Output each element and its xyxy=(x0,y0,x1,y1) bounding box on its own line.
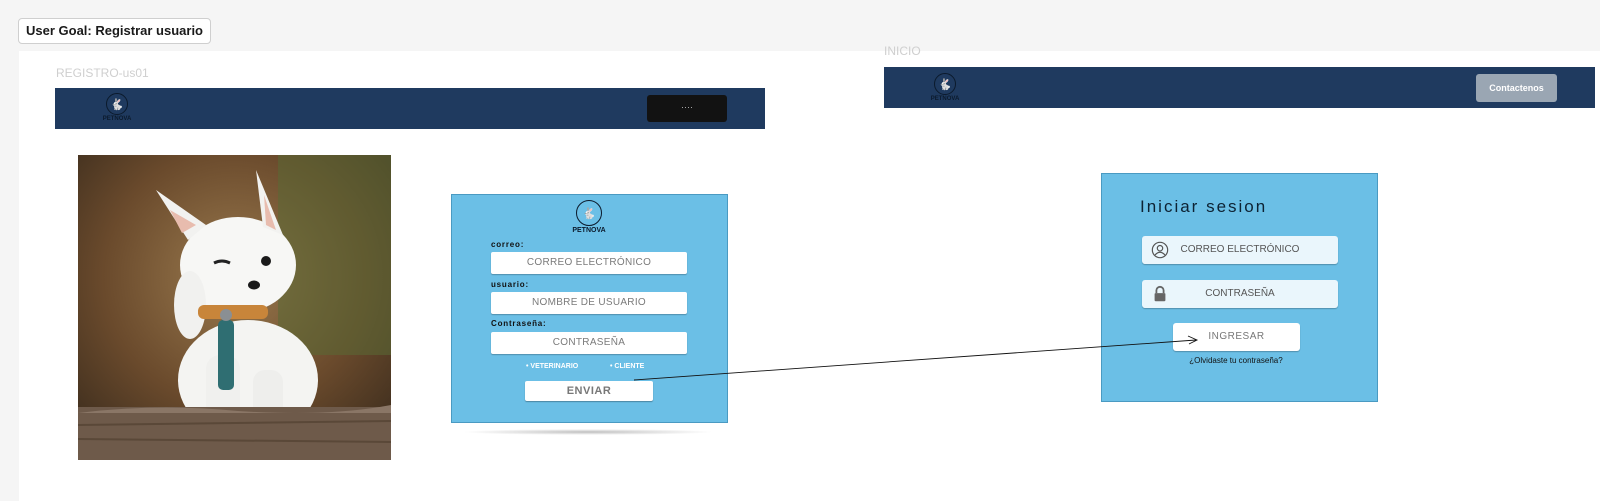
frame-label-inicio: INICIO xyxy=(884,44,921,58)
ingresar-button[interactable]: INGRESAR xyxy=(1173,323,1300,351)
card-shadow xyxy=(462,429,714,435)
login-password-field[interactable]: CONTRASEÑA xyxy=(1142,280,1338,308)
login-password-placeholder: CONTRASEÑA xyxy=(1205,288,1275,299)
login-title: Iniciar sesion xyxy=(1140,197,1268,216)
register-password-field[interactable]: CONTRASEÑA xyxy=(491,332,687,354)
registro-nav-button[interactable]: ···· xyxy=(647,95,727,122)
user-circle-icon xyxy=(1151,241,1169,259)
contact-button[interactable]: Contactenos xyxy=(1476,74,1557,102)
register-username-field[interactable]: NOMBRE DE USUARIO xyxy=(491,292,687,314)
login-email-placeholder: CORREO ELECTRÓNICO xyxy=(1180,244,1300,255)
username-label: usuario: xyxy=(491,280,529,289)
chihuahua-illustration xyxy=(78,155,391,460)
rabbit-logo-icon: 🐇 xyxy=(106,93,128,115)
forgot-password-link[interactable]: ¿Olvidaste tu contraseña? xyxy=(1150,356,1322,365)
role-option-veterinario[interactable]: • VETERINARIO xyxy=(526,363,578,370)
register-email-field[interactable]: CORREO ELECTRÓNICO xyxy=(491,252,687,274)
enviar-button[interactable]: ENVIAR xyxy=(525,381,653,401)
email-label: correo: xyxy=(491,240,525,249)
frame-label-registro: REGISTRO-us01 xyxy=(56,66,149,80)
register-brand-text: PETNOVA xyxy=(572,227,606,234)
login-email-field[interactable]: CORREO ELECTRÓNICO xyxy=(1142,236,1338,264)
nav-brand-text: PETNOVA xyxy=(930,96,960,102)
registro-nav-logo[interactable]: 🐇 PETNOVA xyxy=(102,93,132,127)
role-option-cliente[interactable]: • CLIENTE xyxy=(610,363,644,370)
rabbit-logo-icon: 🐇 xyxy=(934,73,956,95)
inicio-nav-logo[interactable]: 🐇 PETNOVA xyxy=(930,73,960,107)
user-goal-chip: User Goal: Registrar usuario xyxy=(18,18,211,44)
rabbit-logo-icon: 🐇 xyxy=(576,200,602,226)
chihuahua-photo xyxy=(78,155,391,460)
password-label: Contraseña: xyxy=(491,319,547,328)
register-form-logo: 🐇 PETNOVA xyxy=(572,200,606,234)
lock-icon xyxy=(1154,285,1166,302)
nav-brand-text: PETNOVA xyxy=(102,116,132,122)
